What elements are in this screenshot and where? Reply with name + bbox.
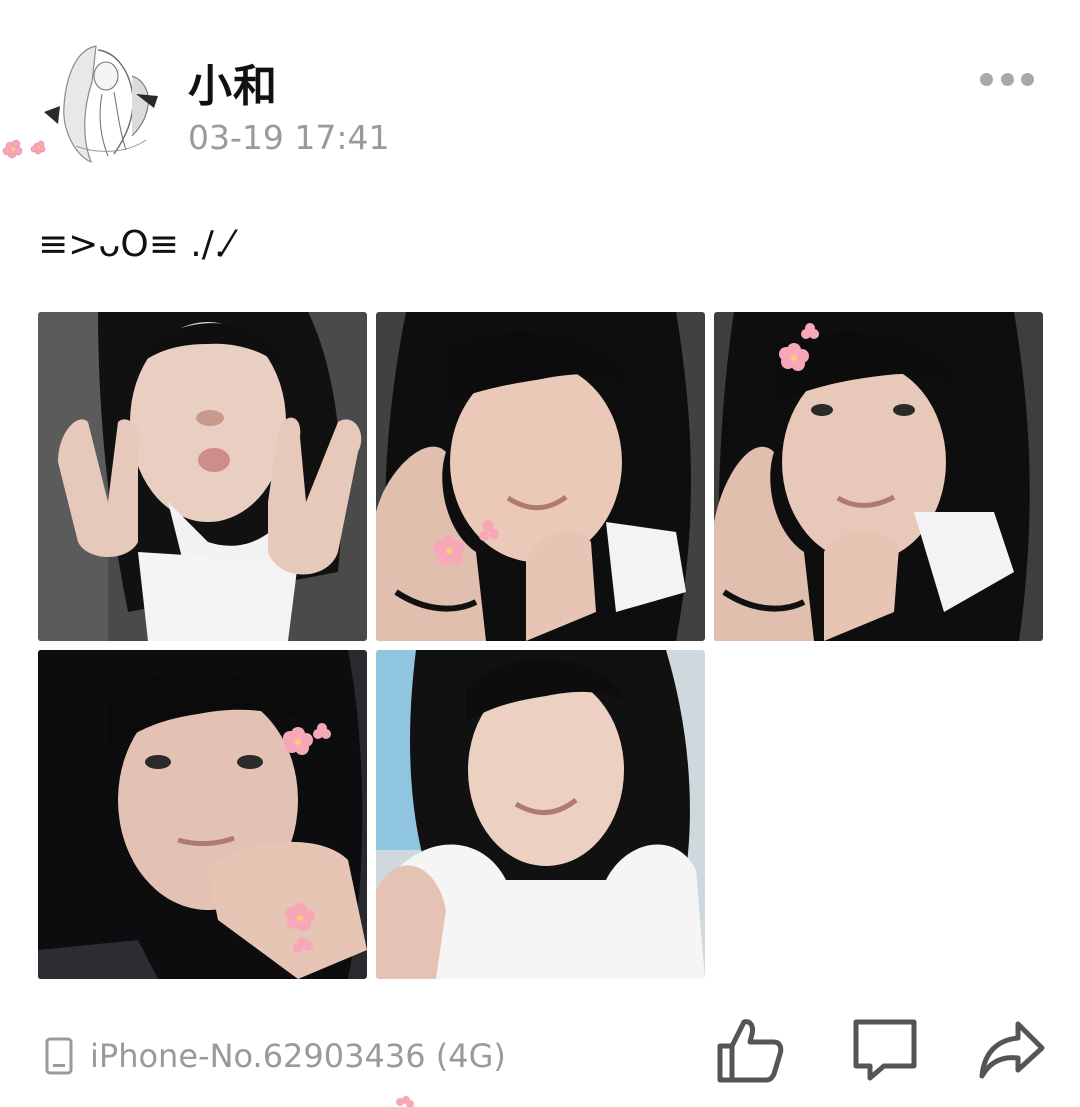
flower-sticker-icon <box>396 1096 414 1107</box>
photo-thumbnail[interactable] <box>38 650 367 979</box>
more-options-button[interactable] <box>976 62 1038 96</box>
photo-grid <box>38 312 1043 979</box>
comment-icon <box>853 1019 917 1081</box>
device-info: iPhone-No.62903436 (4G) <box>44 1034 506 1078</box>
photo-thumbnail[interactable] <box>38 312 367 641</box>
avatar[interactable] <box>36 36 166 166</box>
feed-post: 小和 03-19 17:41 ≡>ᴗO≡ ./.⁄ iPhone-No.6290… <box>0 0 1080 1107</box>
photo-thumbnail[interactable] <box>714 312 1043 641</box>
photo-thumbnail[interactable] <box>376 650 705 979</box>
share-icon <box>979 1021 1045 1079</box>
username[interactable]: 小和 <box>188 50 278 114</box>
flower-sticker-icon <box>2 139 46 159</box>
comment-button[interactable] <box>848 1012 924 1088</box>
post-timestamp: 03-19 17:41 <box>188 118 390 157</box>
more-horizontal-icon <box>980 72 993 86</box>
post-actions <box>712 1012 1052 1092</box>
share-button[interactable] <box>974 1012 1050 1088</box>
photo-thumbnail[interactable] <box>376 312 705 641</box>
device-label: iPhone-No.62903436 (4G) <box>90 1037 506 1075</box>
avatar-illustration <box>37 37 165 165</box>
like-button[interactable] <box>712 1012 788 1088</box>
phone-icon <box>45 1037 73 1075</box>
post-caption: ≡>ᴗO≡ ./.⁄ <box>38 224 232 265</box>
thumbs-up-icon <box>717 1019 784 1083</box>
